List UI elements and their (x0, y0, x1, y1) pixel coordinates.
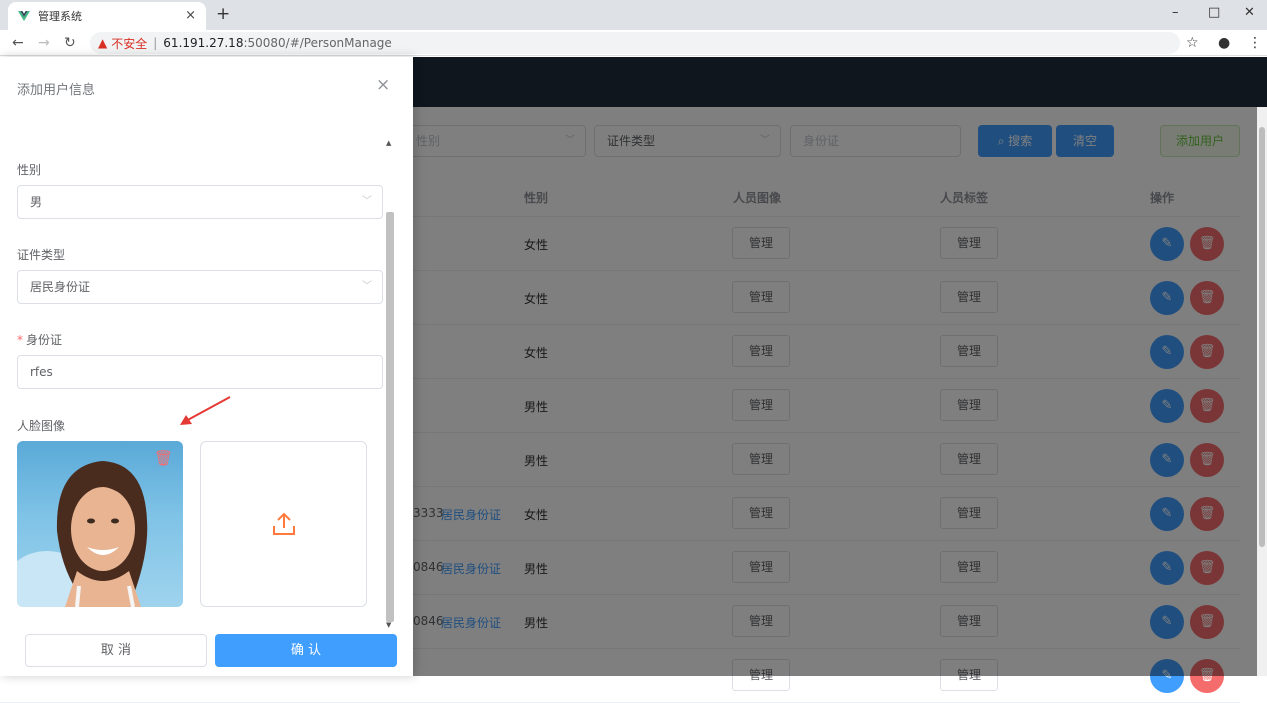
drawer-close-icon[interactable]: × (376, 75, 390, 95)
menu-icon[interactable]: ⋮ (1248, 35, 1262, 51)
account-icon[interactable]: ● (1218, 35, 1230, 51)
browser-tab[interactable]: 管理系统 × (8, 2, 206, 30)
id-number-label-text: 身份证 (26, 333, 63, 347)
vue-logo-icon (18, 11, 30, 21)
browser-toolbar: ← → ↻ ▲ 不安全 | 61.191.27.18 :50080/#/Pers… (0, 30, 1267, 56)
face-image-thumbnail: 🗑 (17, 441, 183, 607)
url-host: 61.191.27.18 (163, 36, 244, 50)
scroll-down-arrow[interactable]: ▼ (386, 621, 391, 629)
face-image-label: 人脸图像 (17, 419, 66, 433)
url-path: :50080/#/PersonManage (243, 36, 392, 50)
id-number-input[interactable]: rfes (17, 355, 383, 389)
add-user-drawer: 添加用户信息 × 性别 男 ﹀ 证件类型 居民身份证 ﹀ * 身份证 rfes 人… (0, 57, 413, 676)
new-tab-button[interactable]: + (216, 4, 230, 24)
back-icon[interactable]: ← (12, 35, 24, 51)
browser-tab-strip: 管理系统 × + – □ ✕ (0, 0, 1267, 30)
forward-icon[interactable]: → (38, 35, 50, 51)
confirm-button[interactable]: 确 认 (215, 634, 397, 667)
gender-label: 性别 (17, 163, 42, 177)
id-number-value: rfes (30, 365, 53, 379)
insecure-label: 不安全 (111, 36, 148, 51)
maximize-icon[interactable]: □ (1208, 5, 1220, 20)
page-scrollbar-thumb[interactable] (1259, 127, 1265, 547)
address-bar[interactable]: ▲ 不安全 | 61.191.27.18 :50080/#/PersonMana… (90, 32, 1180, 54)
star-icon[interactable]: ☆ (1186, 35, 1199, 51)
upload-icon (273, 512, 295, 535)
warning-icon: ▲ (98, 36, 108, 50)
image-upload-area[interactable] (200, 441, 367, 607)
required-mark: * (17, 333, 23, 347)
chevron-down-icon: ﹀ (362, 281, 372, 292)
page-scrollbar[interactable] (1257, 107, 1267, 676)
gender-select[interactable]: 男 ﹀ (17, 185, 383, 219)
drawer-scrollbar-thumb[interactable] (386, 212, 394, 622)
id-type-value: 居民身份证 (30, 280, 91, 294)
window-close-icon[interactable]: ✕ (1244, 5, 1255, 20)
minimize-icon[interactable]: – (1172, 5, 1179, 20)
red-arrow-annotation (180, 396, 231, 425)
id-type-label: 证件类型 (17, 248, 66, 262)
drawer-title: 添加用户信息 (17, 83, 96, 98)
url-separator: | (153, 36, 158, 50)
tab-close-icon[interactable]: × (185, 8, 196, 23)
tab-title: 管理系统 (38, 10, 82, 23)
cancel-button[interactable]: 取 消 (25, 634, 207, 667)
gender-value: 男 (30, 195, 43, 209)
id-type-select[interactable]: 居民身份证 ﹀ (17, 270, 383, 304)
id-number-label: * 身份证 (17, 331, 62, 348)
scroll-up-arrow[interactable]: ▲ (386, 139, 391, 147)
delete-image-icon[interactable]: 🗑 (154, 449, 173, 467)
reload-icon[interactable]: ↻ (64, 35, 76, 51)
chevron-down-icon: ﹀ (362, 196, 372, 207)
drawer-scrollbar[interactable]: ▲ ▼ (384, 137, 396, 631)
